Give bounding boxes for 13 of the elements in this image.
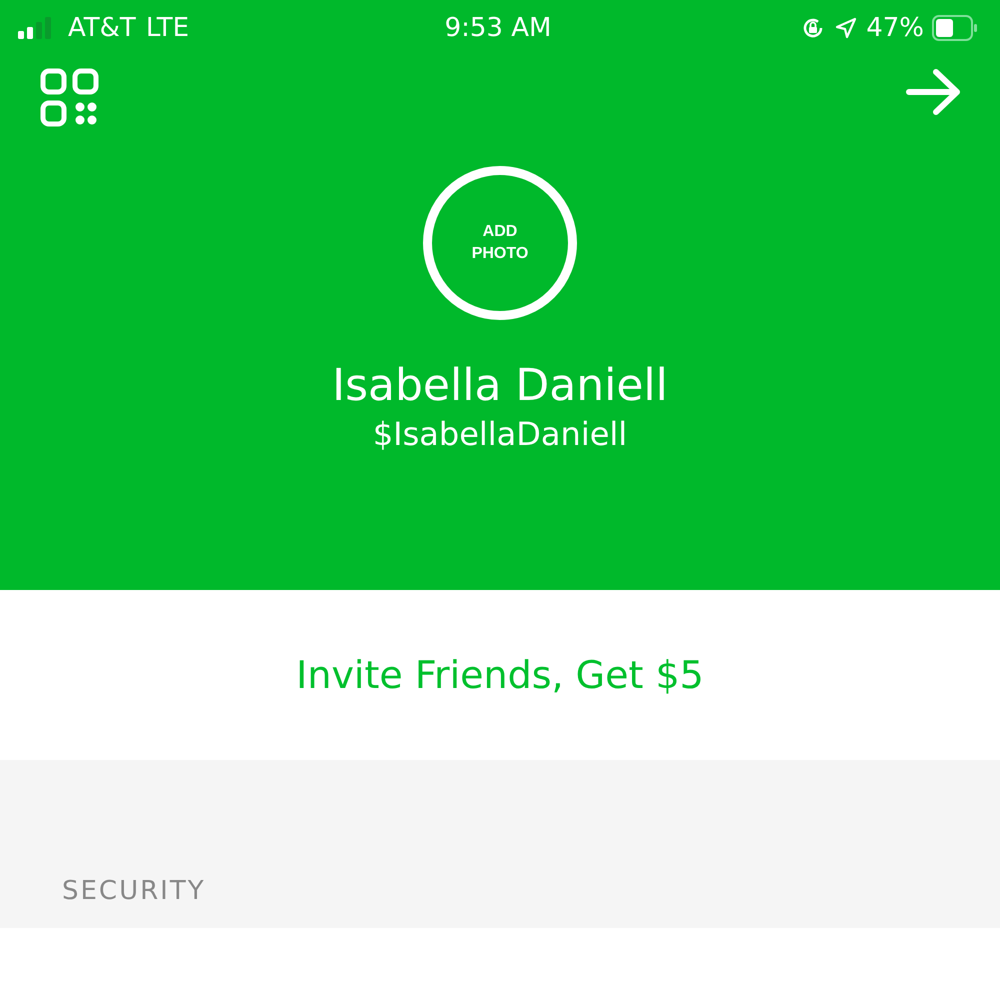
battery-percent: 47%	[866, 13, 924, 43]
qr-code-icon[interactable]	[40, 68, 100, 128]
location-icon	[834, 16, 858, 40]
profile-name: Isabella Daniell	[332, 360, 668, 411]
arrow-right-icon[interactable]	[906, 68, 962, 116]
status-time: 9:53 AM	[444, 13, 552, 43]
section-header: SECURITY	[62, 876, 206, 906]
add-photo-button[interactable]: ADD PHOTO	[423, 166, 577, 320]
network-label: LTE	[146, 13, 190, 43]
battery-icon	[932, 15, 978, 41]
carrier-label: AT&T	[68, 13, 136, 43]
invite-friends-link[interactable]: Invite Friends, Get $5	[296, 653, 704, 697]
cashtag: $IsabellaDaniell	[372, 415, 628, 453]
